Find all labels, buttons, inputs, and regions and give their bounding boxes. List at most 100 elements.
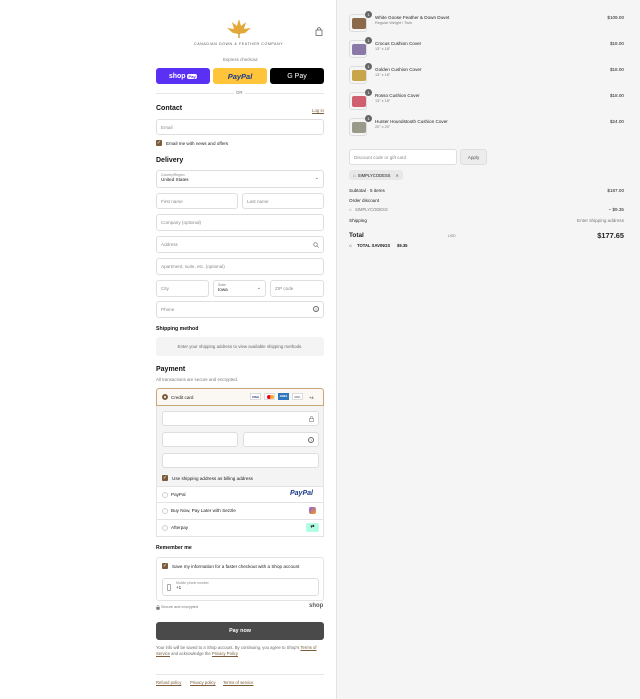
- expiry-input[interactable]: [162, 432, 238, 447]
- credit-card-option[interactable]: Credit card VISA AMEX DISC +4: [156, 388, 324, 406]
- total-value: $177.65: [597, 231, 624, 240]
- remember-me-heading: Remember me: [156, 545, 192, 551]
- product-variant: 13" x 18": [375, 73, 391, 77]
- mobile-phone-input[interactable]: Mobile phone number +1: [162, 578, 319, 596]
- discount-code-input[interactable]: Discount code or gift card: [349, 149, 457, 165]
- google-pay-label: G Pay: [287, 72, 307, 80]
- product-price: $109.00: [607, 15, 624, 20]
- total-label: Total: [349, 232, 364, 239]
- savings-tag-icon: ⌂: [349, 243, 352, 248]
- afterpay-radio[interactable]: [162, 525, 168, 531]
- subtotal-value: $187.00: [607, 188, 624, 193]
- amex-icon: AMEX: [278, 393, 289, 400]
- shipping-method-message: Enter your shipping address to view avai…: [177, 344, 303, 349]
- paypal-express-label: PayPal: [227, 71, 253, 81]
- shipping-method-heading: Shipping method: [156, 326, 199, 332]
- sezzle-radio[interactable]: [162, 508, 168, 514]
- discount-placeholder: Discount code or gift card: [354, 154, 407, 160]
- payment-heading: Payment: [156, 366, 186, 373]
- card-details-panel: ? ✓ Use shipping address as billing addr…: [156, 406, 324, 486]
- help-icon[interactable]: ?: [313, 306, 319, 312]
- state-select[interactable]: State Iowa ⌄: [213, 280, 266, 297]
- sezzle-option-label: Buy Now, Pay Later with Sezzle: [171, 508, 236, 513]
- mastercard-icon: [264, 393, 275, 400]
- security-code-input[interactable]: ?: [243, 432, 319, 447]
- apartment-input[interactable]: Apartment, suite, etc. (optional): [156, 258, 324, 275]
- footer-divider: [156, 674, 324, 675]
- product-name: Rosso Cushion Cover: [375, 93, 420, 98]
- delivery-heading: Delivery: [156, 157, 184, 164]
- product-variant: 13" x 18": [375, 47, 391, 51]
- paypal-express-button[interactable]: PayPal: [213, 68, 267, 84]
- email-input[interactable]: Email: [156, 119, 324, 135]
- afterpay-option-label: Afterpay: [171, 525, 189, 530]
- discover-icon: DISC: [292, 393, 303, 400]
- terms-of-service-link[interactable]: Terms of service: [223, 680, 253, 685]
- country-select[interactable]: Country/Region United States ⌄: [156, 170, 324, 188]
- paypal-radio[interactable]: [162, 492, 168, 498]
- search-icon: [313, 242, 319, 248]
- last-name-input[interactable]: Last name: [242, 193, 324, 209]
- address-input[interactable]: Address: [156, 236, 324, 253]
- product-variant: 20" x 20": [375, 125, 391, 129]
- more-cards-label: +4: [309, 394, 314, 400]
- remember-me-box: ✓ Save my information for a faster check…: [156, 557, 324, 601]
- quantity-badge: 1: [365, 63, 372, 70]
- company-input[interactable]: Company (optional): [156, 214, 324, 231]
- privacy-policy-link[interactable]: Privacy policy: [190, 680, 216, 685]
- order-discount-label: Order discount: [349, 198, 380, 203]
- chevron-down-icon: ⌄: [314, 175, 319, 181]
- product-thumbnail: [349, 66, 367, 84]
- shop-pay-button[interactable]: shop Pay: [156, 68, 210, 84]
- address-placeholder: Address: [161, 242, 178, 247]
- google-pay-button[interactable]: G Pay: [270, 68, 324, 84]
- first-name-placeholder: First name: [161, 198, 183, 204]
- afterpay-option[interactable]: Afterpay ⇄: [156, 520, 324, 537]
- contact-heading: Contact: [156, 105, 183, 112]
- company-placeholder: Company (optional): [161, 220, 202, 225]
- save-info-checkbox[interactable]: ✓: [162, 563, 168, 569]
- shop-logo: shop: [309, 603, 324, 609]
- paypal-option[interactable]: PayPal PayPal: [156, 486, 324, 503]
- or-divider-label: OR: [234, 90, 245, 95]
- legal-text-main: Your info will be saved to a Shop accoun…: [156, 645, 300, 650]
- city-placeholder: City: [161, 286, 169, 291]
- city-input[interactable]: City: [156, 280, 209, 297]
- remove-discount-icon[interactable]: ✕: [395, 173, 399, 178]
- login-link[interactable]: Log in: [312, 108, 324, 113]
- shop-privacy-link[interactable]: Privacy Policy: [212, 651, 238, 656]
- first-name-input[interactable]: First name: [156, 193, 238, 209]
- mobile-phone-icon: [167, 584, 171, 591]
- help-icon[interactable]: ?: [308, 437, 314, 443]
- billing-same-checkbox[interactable]: ✓: [162, 475, 168, 481]
- product-name: Crocus Cushion Cover: [375, 41, 422, 46]
- sezzle-logo-icon: [309, 507, 316, 514]
- order-summary-column: 1 White Goose Feather & Down Duvet Regular…: [336, 0, 640, 699]
- currency-label: USD: [448, 234, 456, 238]
- product-price: $18.00: [609, 67, 624, 72]
- apply-discount-button[interactable]: Apply: [460, 149, 487, 165]
- product-name: White Goose Feather & Down Duvet: [375, 15, 450, 20]
- news-checkbox[interactable]: ✓: [156, 140, 162, 146]
- product-variant: Regular Weight / Twin: [375, 21, 413, 25]
- apartment-placeholder: Apartment, suite, etc. (optional): [161, 264, 225, 269]
- card-number-input[interactable]: [162, 411, 319, 426]
- credit-card-radio[interactable]: [162, 394, 168, 400]
- sezzle-option[interactable]: Buy Now, Pay Later with Sezzle: [156, 503, 324, 520]
- paypal-logo: PayPal: [290, 490, 313, 497]
- payment-subtitle: All transactions are secure and encrypte…: [156, 377, 239, 382]
- shipping-method-notice: Enter your shipping address to view avai…: [156, 337, 324, 356]
- tag-icon: ⌂: [353, 172, 356, 178]
- zip-input[interactable]: ZIP code: [270, 280, 324, 297]
- pay-now-button[interactable]: Pay now: [156, 622, 324, 640]
- product-thumbnail: [349, 118, 367, 136]
- apply-label: Apply: [467, 154, 480, 160]
- product-image: [352, 96, 366, 107]
- secure-encrypted-label: Secure and encrypted: [161, 605, 199, 609]
- tag-icon: ⌂: [349, 207, 352, 212]
- phone-input[interactable]: Phone ?: [156, 301, 324, 318]
- shopping-bag-icon[interactable]: [315, 27, 323, 36]
- maple-leaf-logo-icon: [227, 19, 251, 38]
- refund-policy-link[interactable]: Refund policy: [156, 680, 181, 685]
- name-on-card-input[interactable]: [162, 453, 319, 468]
